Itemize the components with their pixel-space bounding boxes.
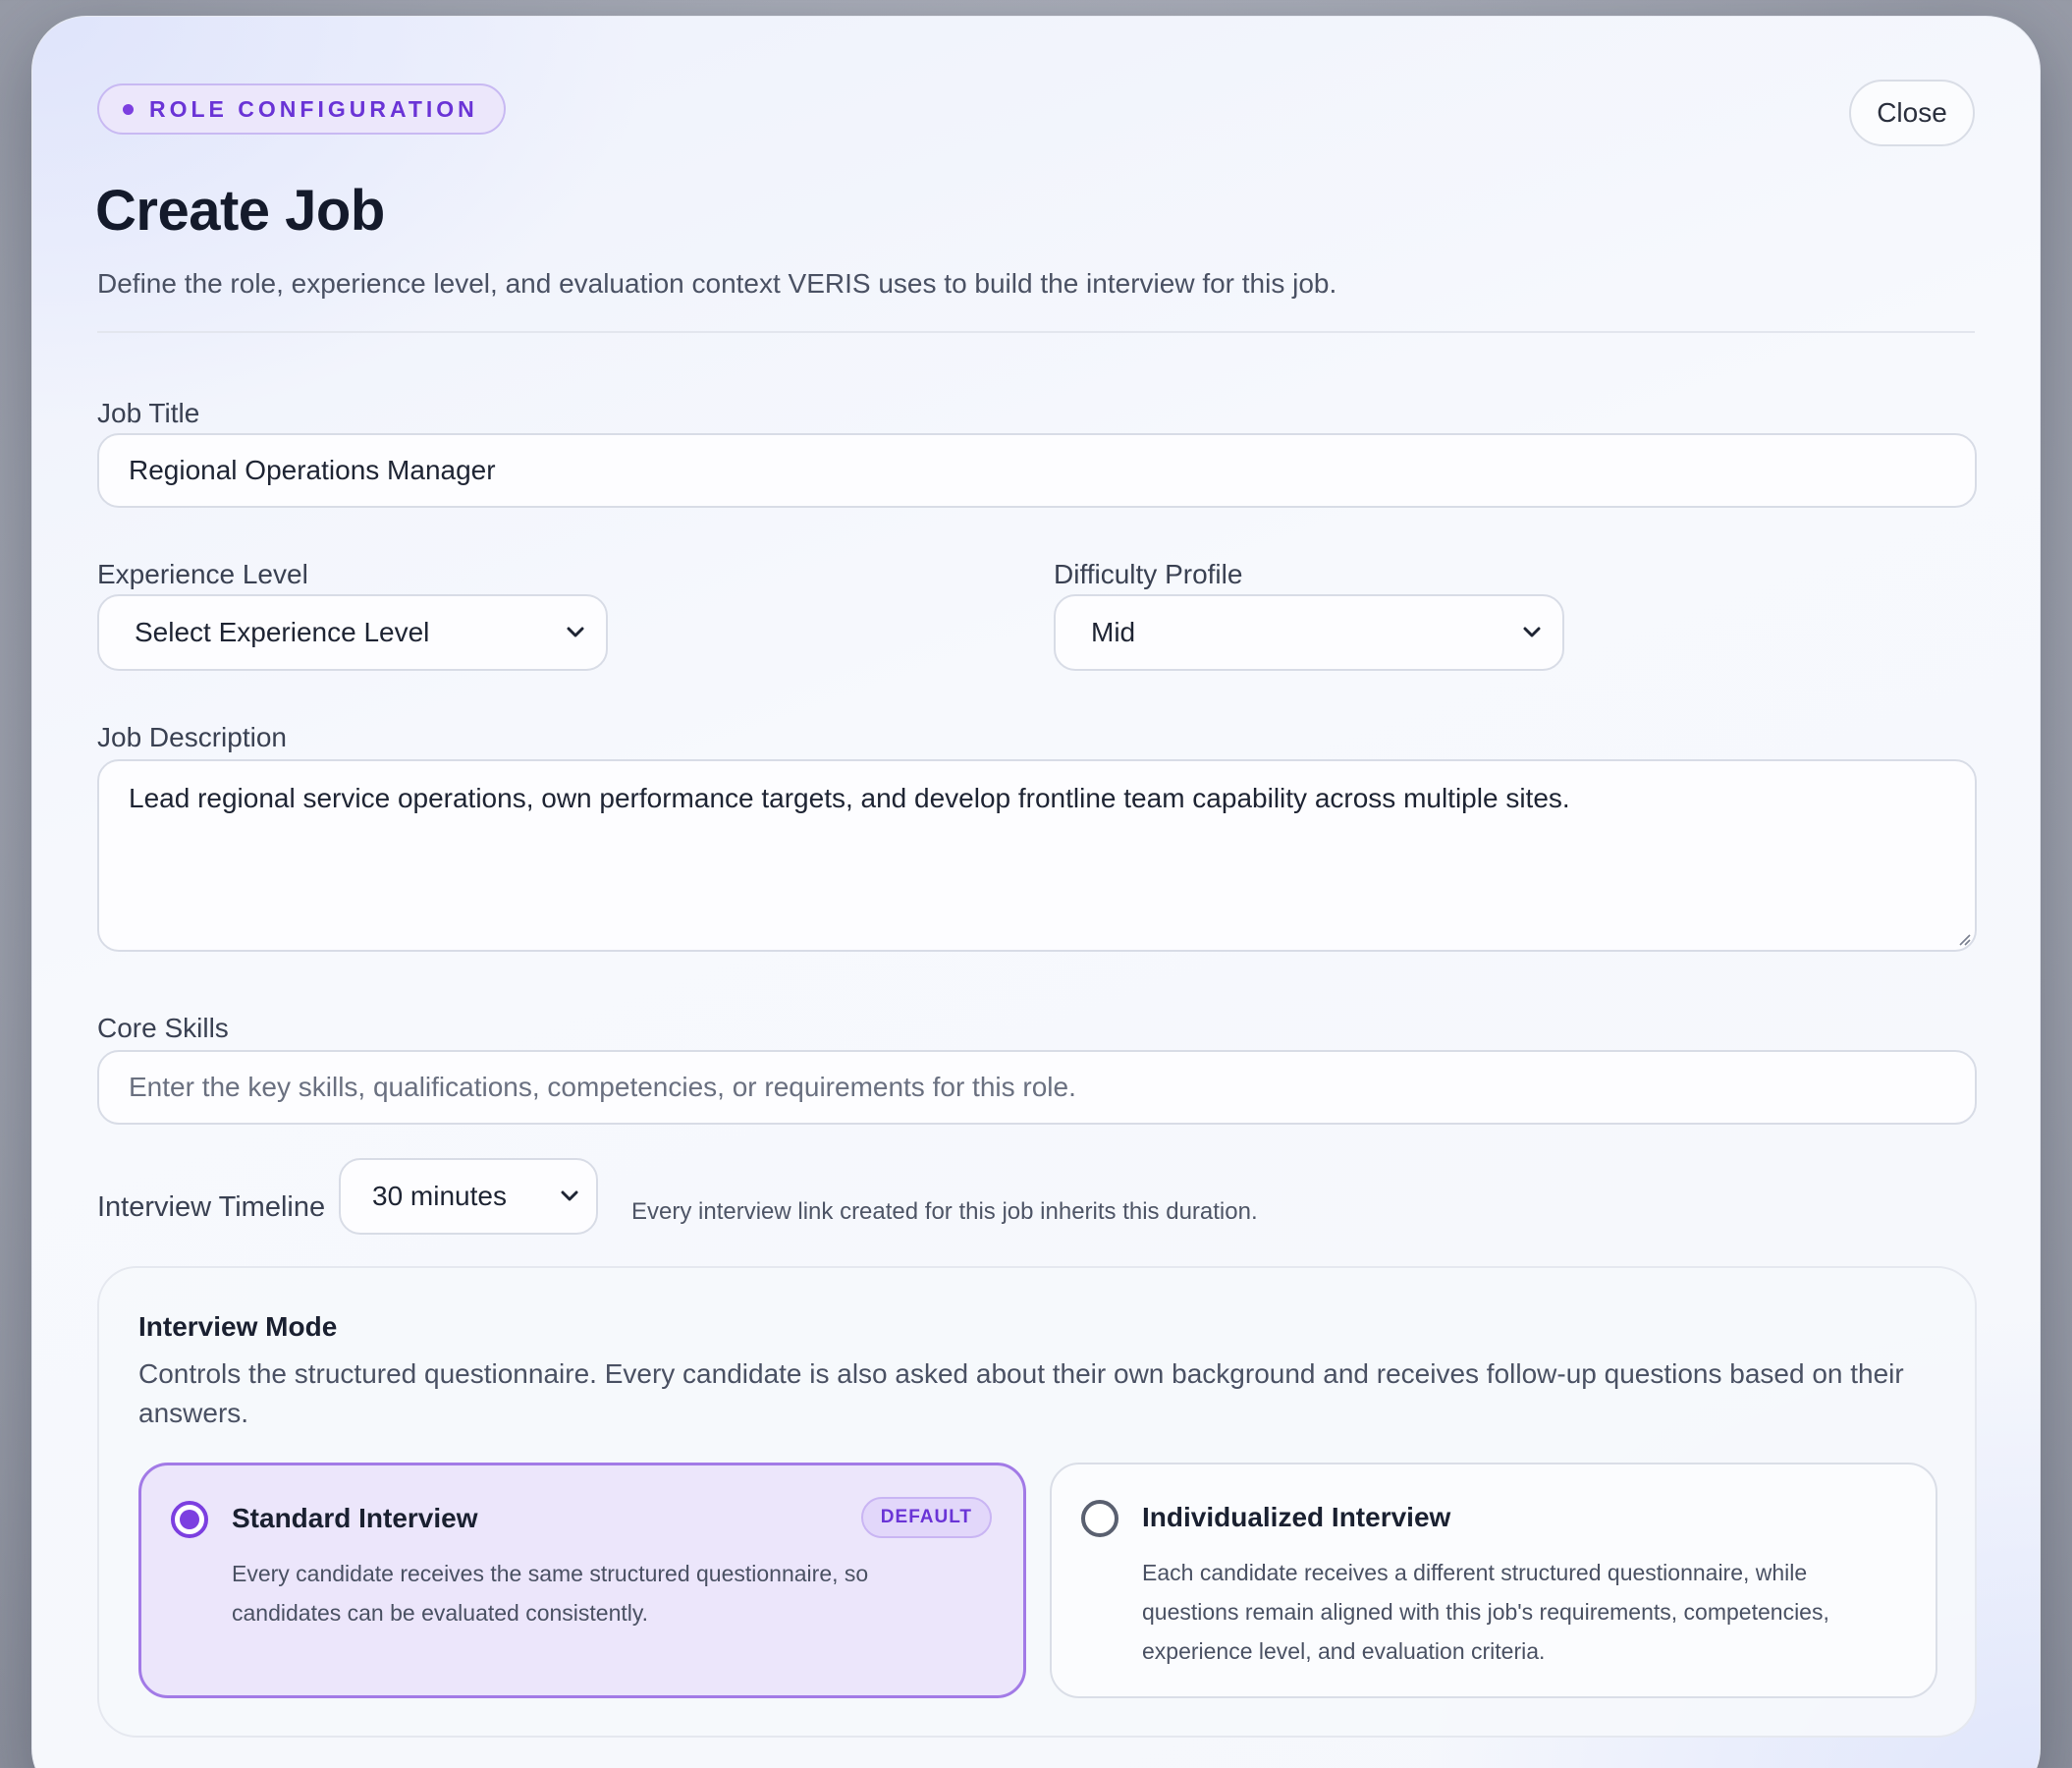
experience-level-value: Select Experience Level — [135, 617, 430, 647]
difficulty-profile-select[interactable]: Mid — [1054, 594, 1564, 671]
individualized-interview-description: Each candidate receives a different stru… — [1142, 1560, 1829, 1664]
radio-unselected-icon[interactable] — [1081, 1500, 1118, 1537]
standard-interview-option[interactable]: Standard Interview DEFAULT Every candida… — [138, 1463, 1026, 1698]
chevron-down-icon — [567, 627, 584, 637]
badge-label: ROLE CONFIGURATION — [149, 95, 478, 122]
core-skills-label: Core Skills — [97, 1013, 229, 1043]
chevron-down-icon — [561, 1190, 578, 1201]
chevron-down-icon — [1523, 627, 1541, 637]
interview-mode-description: Controls the structured questionnaire. E… — [138, 1358, 1904, 1428]
interview-mode-panel: Interview Mode Controls the structured q… — [97, 1266, 1977, 1738]
radio-selected-icon[interactable] — [171, 1501, 208, 1538]
core-skills-placeholder: Enter the key skills, qualifications, co… — [129, 1072, 1076, 1102]
job-title-label: Job Title — [97, 398, 200, 428]
role-configuration-badge: ROLE CONFIGURATION — [97, 83, 506, 135]
page-title: Create Job — [95, 179, 385, 243]
experience-level-select[interactable]: Select Experience Level — [97, 594, 608, 671]
interview-timeline-label: Interview Timeline — [97, 1191, 326, 1223]
difficulty-profile-value: Mid — [1091, 617, 1136, 647]
interview-timeline-value: 30 minutes — [372, 1181, 507, 1211]
resize-handle-icon[interactable] — [1955, 930, 1971, 946]
individualized-interview-title: Individualized Interview — [1142, 1502, 1451, 1532]
standard-interview-title: Standard Interview — [232, 1503, 478, 1533]
standard-interview-description: Every candidate receives the same struct… — [232, 1561, 869, 1626]
job-description-label: Job Description — [97, 722, 287, 752]
create-job-modal: ROLE CONFIGURATION Close Create Job Defi… — [31, 16, 2041, 1768]
header-divider — [97, 331, 1975, 333]
difficulty-profile-label: Difficulty Profile — [1054, 559, 1243, 589]
interview-timeline-hint: Every interview link created for this jo… — [631, 1198, 1258, 1225]
job-description-textarea[interactable]: Lead regional service operations, own pe… — [97, 759, 1977, 952]
badge-dot-icon — [123, 103, 134, 115]
job-title-input[interactable]: Regional Operations Manager — [97, 433, 1977, 508]
core-skills-input[interactable]: Enter the key skills, qualifications, co… — [97, 1050, 1977, 1125]
individualized-interview-option[interactable]: Individualized Interview Each candidate … — [1050, 1463, 1937, 1698]
experience-level-label: Experience Level — [97, 559, 308, 589]
job-description-value: Lead regional service operations, own pe… — [129, 783, 1570, 813]
job-title-value: Regional Operations Manager — [129, 455, 496, 485]
default-badge: DEFAULT — [860, 1497, 992, 1538]
close-button[interactable]: Close — [1849, 80, 1975, 146]
page-subtitle: Define the role, experience level, and e… — [97, 268, 1337, 299]
interview-mode-title: Interview Mode — [138, 1311, 338, 1342]
interview-timeline-select[interactable]: 30 minutes — [339, 1158, 598, 1235]
